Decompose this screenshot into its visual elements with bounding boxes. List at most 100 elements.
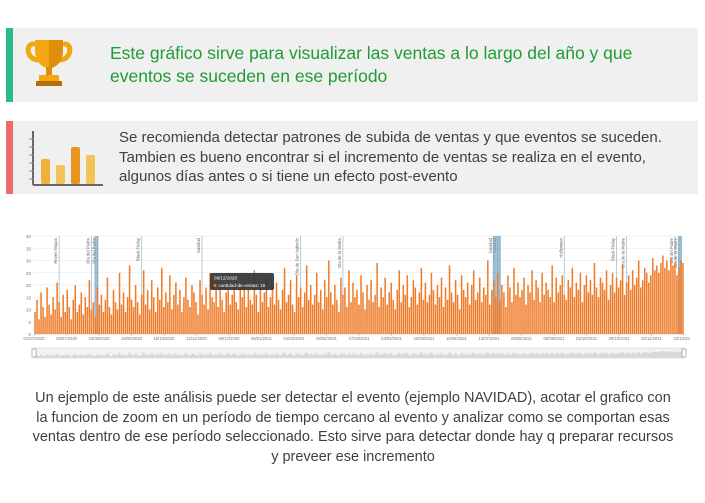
sales-bar[interactable]: [507, 275, 509, 334]
sales-bar[interactable]: [116, 309, 119, 335]
sales-bar[interactable]: [414, 287, 417, 334]
sales-bar[interactable]: [680, 260, 682, 335]
sales-bar[interactable]: [402, 285, 405, 334]
sales-bar[interactable]: [368, 299, 370, 334]
sales-bar[interactable]: [358, 304, 360, 334]
sales-bar[interactable]: [134, 285, 137, 334]
sales-bar[interactable]: [569, 287, 572, 334]
sales-bar[interactable]: [74, 285, 77, 334]
sales-bar[interactable]: [619, 280, 622, 334]
sales-bar[interactable]: [670, 258, 672, 334]
sales-bar[interactable]: [179, 289, 181, 334]
sales-bar[interactable]: [487, 260, 489, 335]
sales-bar[interactable]: [597, 297, 600, 334]
sales-bar[interactable]: [591, 294, 594, 334]
sales-bar[interactable]: [311, 304, 314, 334]
sales-bar[interactable]: [440, 277, 443, 334]
sales-bar[interactable]: [257, 311, 260, 334]
sales-bar[interactable]: [154, 311, 157, 334]
sales-bar[interactable]: [259, 285, 262, 334]
sales-bar[interactable]: [613, 292, 616, 334]
zoom-slider-handle-left[interactable]: [31, 348, 37, 358]
sales-bar[interactable]: [601, 282, 604, 334]
sales-bar[interactable]: [374, 294, 376, 334]
sales-bar[interactable]: [285, 302, 288, 334]
sales-bar[interactable]: [384, 277, 386, 334]
sales-bar[interactable]: [315, 272, 318, 334]
sales-bar[interactable]: [305, 265, 308, 334]
sales-bar[interactable]: [317, 302, 320, 334]
sales-bar[interactable]: [660, 262, 662, 334]
sales-bar[interactable]: [519, 297, 521, 334]
sales-bar[interactable]: [120, 304, 123, 334]
sales-bar[interactable]: [567, 280, 570, 334]
sales-bar[interactable]: [126, 297, 129, 334]
sales-bar[interactable]: [656, 265, 658, 334]
sales-bar[interactable]: [603, 289, 606, 334]
sales-bar[interactable]: [430, 272, 433, 334]
sales-bar[interactable]: [551, 265, 553, 334]
sales-bar[interactable]: [412, 280, 415, 334]
sales-bar[interactable]: [148, 309, 151, 335]
sales-bar[interactable]: [674, 262, 676, 334]
sales-bar[interactable]: [213, 302, 215, 334]
sales-bar[interactable]: [340, 277, 342, 334]
sales-bar[interactable]: [199, 280, 201, 334]
sales-bar[interactable]: [557, 292, 559, 334]
sales-bar[interactable]: [221, 299, 223, 334]
sales-bar[interactable]: [130, 299, 133, 334]
sales-bar[interactable]: [271, 287, 274, 334]
sales-bar[interactable]: [72, 299, 75, 334]
sales-bar[interactable]: [432, 289, 435, 334]
sales-bar[interactable]: [549, 297, 551, 334]
sales-bar[interactable]: [537, 287, 539, 334]
sales-bar[interactable]: [344, 287, 346, 334]
sales-bar[interactable]: [476, 292, 479, 334]
sales-bar[interactable]: [668, 270, 670, 334]
sales-bar[interactable]: [211, 297, 213, 334]
sales-bar[interactable]: [460, 275, 463, 334]
sales-bar[interactable]: [472, 270, 475, 334]
sales-bar[interactable]: [293, 311, 296, 334]
sales-bar[interactable]: [44, 316, 46, 334]
sales-bar[interactable]: [163, 307, 165, 334]
sales-bar[interactable]: [424, 282, 427, 334]
sales-bar[interactable]: [587, 292, 590, 334]
sales-bar[interactable]: [448, 265, 451, 334]
sales-bar[interactable]: [225, 292, 227, 334]
sales-bar[interactable]: [442, 307, 445, 334]
sales-bar[interactable]: [187, 299, 189, 334]
sales-bar[interactable]: [46, 287, 48, 334]
sales-bar[interactable]: [376, 262, 378, 334]
sales-bar[interactable]: [197, 314, 199, 334]
sales-bar[interactable]: [122, 292, 125, 334]
sales-bar[interactable]: [207, 309, 209, 335]
sales-bar[interactable]: [217, 307, 219, 334]
sales-bar[interactable]: [54, 309, 56, 335]
sales-bar[interactable]: [303, 292, 306, 334]
sales-bar[interactable]: [609, 285, 612, 334]
sales-bar[interactable]: [426, 302, 429, 334]
zoom-slider-handle-right[interactable]: [681, 348, 687, 358]
sales-bar[interactable]: [521, 289, 523, 334]
sales-bar[interactable]: [664, 267, 666, 334]
sales-bar[interactable]: [366, 285, 368, 334]
sales-bar[interactable]: [444, 287, 447, 334]
sales-bar[interactable]: [334, 285, 336, 334]
sales-bar[interactable]: [322, 309, 324, 335]
sales-bar[interactable]: [177, 304, 179, 334]
sales-bar[interactable]: [161, 267, 163, 334]
sales-bar[interactable]: [336, 299, 338, 334]
sales-bar[interactable]: [646, 272, 648, 334]
sales-bar[interactable]: [169, 275, 171, 334]
sales-bar[interactable]: [191, 285, 193, 334]
sales-bar[interactable]: [497, 272, 499, 334]
sales-bar[interactable]: [205, 287, 207, 334]
sales-bar[interactable]: [575, 282, 578, 334]
sales-bar[interactable]: [565, 299, 568, 334]
sales-bar[interactable]: [641, 280, 644, 334]
sales-bar[interactable]: [183, 297, 185, 334]
sales-bar[interactable]: [62, 294, 64, 334]
sales-bar[interactable]: [652, 258, 654, 334]
sales-bar[interactable]: [40, 292, 42, 334]
